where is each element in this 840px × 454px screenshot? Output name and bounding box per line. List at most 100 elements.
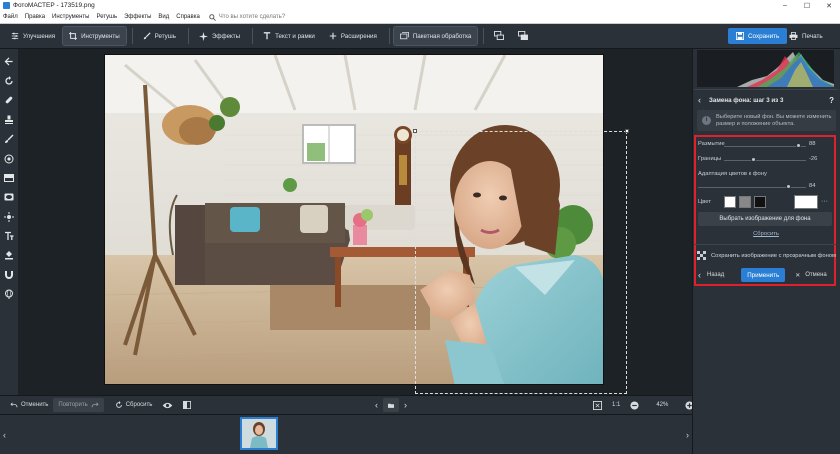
tab-tools[interactable]: Инструменты xyxy=(62,26,127,46)
save-transparent-button[interactable]: Сохранить изображение с прозрачным фоном xyxy=(697,249,836,263)
choose-background-button[interactable]: Выбрать изображение для фона xyxy=(698,212,832,226)
vignette-icon[interactable] xyxy=(3,191,15,203)
back-button[interactable]: ‹ Назад xyxy=(698,270,724,280)
preview-eye-button[interactable] xyxy=(157,398,178,412)
thumbnail-image xyxy=(242,419,276,448)
tab-batch-label: Пакетная обработка xyxy=(412,32,472,40)
menu-file[interactable]: Файл xyxy=(3,14,18,20)
healing-icon[interactable] xyxy=(3,94,15,106)
adapt-slider-knob[interactable] xyxy=(785,184,791,189)
save-button[interactable]: Сохранить xyxy=(728,28,788,44)
text-tool-icon[interactable] xyxy=(3,230,15,242)
chevron-left-icon: ‹ xyxy=(3,430,6,440)
swatch-black[interactable] xyxy=(754,196,766,208)
fill-icon[interactable] xyxy=(3,249,15,261)
menu-view[interactable]: Вид xyxy=(158,14,169,20)
menu-tools[interactable]: Инструменты xyxy=(52,14,89,20)
floppy-icon xyxy=(736,32,744,40)
fit-screen-button[interactable] xyxy=(588,398,607,412)
apply-button[interactable]: Применить xyxy=(741,268,786,282)
gradient-icon[interactable] xyxy=(3,172,15,184)
search-placeholder: Что вы хотите сделать? xyxy=(218,14,286,20)
cancel-label: Отмена xyxy=(805,272,827,278)
panel-navigation: ‹ Назад Применить ✕ Отмена xyxy=(694,265,836,285)
filmstrip: ‹ › xyxy=(0,414,692,454)
edges-label: Границы xyxy=(698,156,722,162)
brush-icon xyxy=(143,32,151,40)
compare-before-button[interactable] xyxy=(488,27,510,45)
reset-label: Сбросить xyxy=(125,402,153,408)
prev-image-button[interactable]: ‹ xyxy=(370,398,383,412)
filmstrip-next-button[interactable]: › xyxy=(683,415,692,454)
rotate-icon[interactable] xyxy=(3,75,15,87)
toolbar-divider xyxy=(252,28,254,44)
cancel-button[interactable]: ✕ Отмена xyxy=(795,272,827,279)
tab-extensions[interactable]: Расширения xyxy=(323,27,383,45)
menu-retouch[interactable]: Ретушь xyxy=(96,14,117,20)
minimize-icon[interactable]: – xyxy=(774,0,796,11)
compare-after-button[interactable] xyxy=(512,27,534,45)
magnet-icon[interactable] xyxy=(3,269,15,281)
step-title: Замена фона: шаг 3 из 3 xyxy=(709,96,784,104)
adapt-value: 84 xyxy=(809,183,816,189)
window-controls: – ☐ ✕ xyxy=(774,0,840,11)
maximize-icon[interactable]: ☐ xyxy=(796,0,818,11)
tab-batch[interactable]: Пакетная обработка xyxy=(392,26,479,46)
back-arrow-icon[interactable] xyxy=(3,56,15,68)
selected-color-swatch[interactable] xyxy=(794,195,818,209)
toolbar-divider xyxy=(483,28,485,44)
resize-handle-top-right[interactable] xyxy=(625,129,629,133)
layers-icon xyxy=(518,30,529,42)
zoom-1-1-button[interactable]: 1:1 xyxy=(607,398,625,412)
folder-button[interactable] xyxy=(383,398,399,412)
tab-retouch[interactable]: Ретушь xyxy=(137,27,182,45)
brush-icon[interactable] xyxy=(3,133,15,145)
sparkle-icon xyxy=(198,31,208,41)
light-icon[interactable] xyxy=(3,211,15,223)
tab-text-frames[interactable]: Текст и рамки xyxy=(257,27,321,45)
zoom-percent: 42% xyxy=(656,402,669,408)
undo-label: Отменить xyxy=(21,402,49,408)
menu-help[interactable]: Справка xyxy=(176,14,200,20)
menu-effects[interactable]: Эффекты xyxy=(124,14,151,20)
crop-icon xyxy=(69,32,78,40)
printer-icon xyxy=(789,32,798,40)
edges-slider[interactable] xyxy=(724,160,806,161)
tab-retouch-label: Ретушь xyxy=(154,32,176,40)
selection-frame[interactable] xyxy=(415,131,627,394)
menu-search[interactable]: Что вы хотите сделать? xyxy=(209,13,286,21)
zoom-out-button[interactable] xyxy=(625,398,644,412)
panel-divider xyxy=(694,244,836,245)
filmstrip-thumbnail[interactable] xyxy=(240,417,278,450)
tab-enhance[interactable]: Улучшения xyxy=(5,27,61,45)
print-button[interactable]: Печать xyxy=(783,28,829,44)
folder-icon xyxy=(388,403,394,408)
blur-slider[interactable] xyxy=(724,146,806,147)
tab-effects[interactable]: Эффекты xyxy=(193,27,246,45)
swatch-white[interactable] xyxy=(724,196,736,208)
stamp-icon[interactable] xyxy=(3,114,15,126)
filmstrip-prev-button[interactable]: ‹ xyxy=(0,415,9,454)
reset-link[interactable]: Сбросить xyxy=(692,231,840,237)
radial-icon[interactable] xyxy=(3,153,15,165)
hint-line-1: Выберите новый фон. Вы можете изменить xyxy=(716,113,832,120)
close-icon[interactable]: ✕ xyxy=(818,0,840,11)
next-image-button[interactable]: › xyxy=(399,398,412,412)
redo-button[interactable]: Повторить xyxy=(53,398,104,412)
color-label: Цвет xyxy=(698,199,711,205)
swatch-gray[interactable] xyxy=(739,196,751,208)
reset-button[interactable]: Сбросить xyxy=(110,398,158,412)
menu-edit[interactable]: Правка xyxy=(25,14,45,20)
edges-slider-knob[interactable] xyxy=(750,157,756,162)
chevron-left-icon[interactable]: ‹ xyxy=(698,95,701,105)
color-picker-more-icon[interactable]: ··· xyxy=(821,198,828,205)
globe-icon[interactable] xyxy=(3,288,15,300)
title-bar: ФотоМАСТЕР - 173519.png – ☐ ✕ xyxy=(0,0,840,11)
undo-button[interactable]: Отменить xyxy=(5,398,53,412)
plus-icon xyxy=(329,32,337,40)
hint-line-2: размер и положение объекта. xyxy=(716,120,795,127)
resize-handle-top-left[interactable] xyxy=(413,129,417,133)
help-icon[interactable]: ? xyxy=(829,96,834,105)
compare-button[interactable] xyxy=(178,398,196,412)
minus-circle-icon xyxy=(630,400,639,410)
